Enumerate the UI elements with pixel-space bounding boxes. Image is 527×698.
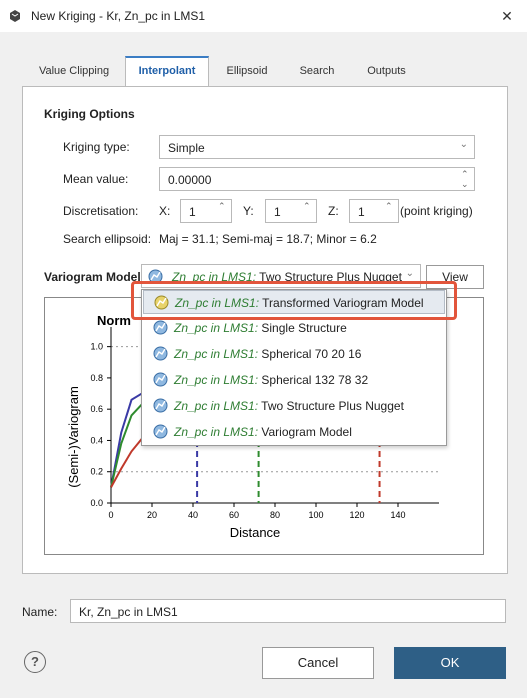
disc-z-label: Z: <box>328 204 339 218</box>
help-icon[interactable]: ? <box>24 651 46 673</box>
disc-y-spinner[interactable]: ⌃ <box>300 200 316 222</box>
disc-x-label: X: <box>159 204 171 218</box>
x-tick-label-2: 40 <box>188 510 198 520</box>
disc-y-label: Y: <box>243 204 254 218</box>
x-axis-label: Distance <box>230 525 281 540</box>
y-tick-label-5: 1.0 <box>90 342 103 352</box>
mean-value-text: 0.00000 <box>168 173 212 187</box>
variogram-icon <box>153 320 168 335</box>
y-axis-label: (Semi-)Variogram <box>66 386 81 488</box>
tab-interpolant[interactable]: Interpolant <box>125 56 209 87</box>
kriging-type-label: Kriging type: <box>63 140 130 154</box>
y-tick-label-1: 0.2 <box>90 467 103 477</box>
y-tick-label-3: 0.6 <box>90 404 103 414</box>
cancel-button[interactable]: Cancel <box>262 647 374 679</box>
x-tick-label-4: 80 <box>270 510 280 520</box>
item-prefix: Zn_pc in LMS1: <box>174 425 259 439</box>
x-tick-label-1: 20 <box>147 510 157 520</box>
disc-x-value: 1 <box>189 205 196 219</box>
x-tick-label-6: 120 <box>349 510 364 520</box>
item-name: Two Structure Plus Nugget <box>261 399 404 413</box>
item-prefix: Zn_pc in LMS1: <box>174 399 259 413</box>
y-tick-label-2: 0.4 <box>90 435 103 445</box>
item-name: Spherical 132 78 32 <box>261 373 369 387</box>
disc-z-spinner[interactable]: ⌃ <box>382 200 398 222</box>
title-bar: New Kriging - Kr, Zn_pc in LMS1 ✕ <box>0 0 527 32</box>
x-tick-label-5: 100 <box>308 510 323 520</box>
disc-x-spinner[interactable]: ⌃ <box>215 200 231 222</box>
disc-y-value: 1 <box>274 205 281 219</box>
chevron-down-icon: ⌄ <box>405 268 414 279</box>
discretisation-label: Discretisation: <box>63 204 139 218</box>
item-prefix: Zn_pc in LMS1: <box>174 347 259 361</box>
point-kriging-note: (point kriging) <box>400 204 473 218</box>
y-tick-label-0: 0.0 <box>90 498 103 508</box>
name-label: Name: <box>22 605 58 619</box>
variogram-icon <box>153 346 168 361</box>
name-value: Kr, Zn_pc in LMS1 <box>79 605 178 619</box>
chevron-down-icon: ⌄ <box>459 139 468 150</box>
variogram-icon <box>153 398 168 413</box>
kriging-type-value: Simple <box>168 141 205 155</box>
mean-value-label: Mean value: <box>63 172 129 186</box>
tab-value-clipping[interactable]: Value Clipping <box>24 60 124 86</box>
item-prefix: Zn_pc in LMS1: <box>174 373 259 387</box>
x-tick-label-0: 0 <box>108 510 113 520</box>
tab-ellipsoid[interactable]: Ellipsoid <box>212 60 282 86</box>
mean-value-spinner[interactable]: ⌃ ⌄ <box>458 168 474 190</box>
item-prefix: Zn_pc in LMS1: <box>174 321 259 335</box>
variogram-model-label: Variogram Model <box>44 270 141 284</box>
dropdown-item-spherical-70-20-16[interactable]: Zn_pc in LMS1: Spherical 70 20 16 <box>143 342 445 366</box>
app-logo-icon <box>10 10 20 22</box>
window-title: New Kriging - Kr, Zn_pc in LMS1 <box>31 9 206 23</box>
x-tick-label-7: 140 <box>390 510 405 520</box>
disc-z-value: 1 <box>358 205 365 219</box>
tab-bar: Value Clipping Interpolant Ellipsoid Sea… <box>22 56 508 87</box>
disc-x-input[interactable]: 1 ⌃ <box>180 199 232 223</box>
kriging-type-select[interactable]: Simple ⌄ <box>159 135 475 159</box>
highlight-box <box>131 281 457 320</box>
item-name: Single Structure <box>261 321 347 335</box>
item-name: Variogram Model <box>261 425 352 439</box>
x-tick-label-3: 60 <box>229 510 239 520</box>
disc-z-input[interactable]: 1 ⌃ <box>349 199 399 223</box>
search-ellipsoid-value: Maj = 31.1; Semi-maj = 18.7; Minor = 6.2 <box>159 232 377 246</box>
ok-button[interactable]: OK <box>394 647 506 679</box>
variogram-icon <box>153 372 168 387</box>
disc-y-input[interactable]: 1 ⌃ <box>265 199 317 223</box>
variogram-icon <box>153 424 168 439</box>
dropdown-item-spherical-132-78-32[interactable]: Zn_pc in LMS1: Spherical 132 78 32 <box>143 368 445 392</box>
close-icon[interactable]: ✕ <box>497 6 517 26</box>
kriging-options-heading: Kriging Options <box>44 107 135 121</box>
tab-outputs[interactable]: Outputs <box>354 60 419 86</box>
chart-title: Norm <box>97 313 131 328</box>
mean-value-input[interactable]: 0.00000 ⌃ ⌄ <box>159 167 475 191</box>
tab-search[interactable]: Search <box>286 60 348 86</box>
item-name: Spherical 70 20 16 <box>261 347 362 361</box>
y-tick-label-4: 0.8 <box>90 373 103 383</box>
dropdown-item-variogram-model[interactable]: Zn_pc in LMS1: Variogram Model <box>143 420 445 444</box>
name-input[interactable]: Kr, Zn_pc in LMS1 <box>70 599 506 623</box>
search-ellipsoid-label: Search ellipsoid: <box>63 232 152 246</box>
dropdown-item-two-structure-plus-nugget[interactable]: Zn_pc in LMS1: Two Structure Plus Nugget <box>143 394 445 418</box>
